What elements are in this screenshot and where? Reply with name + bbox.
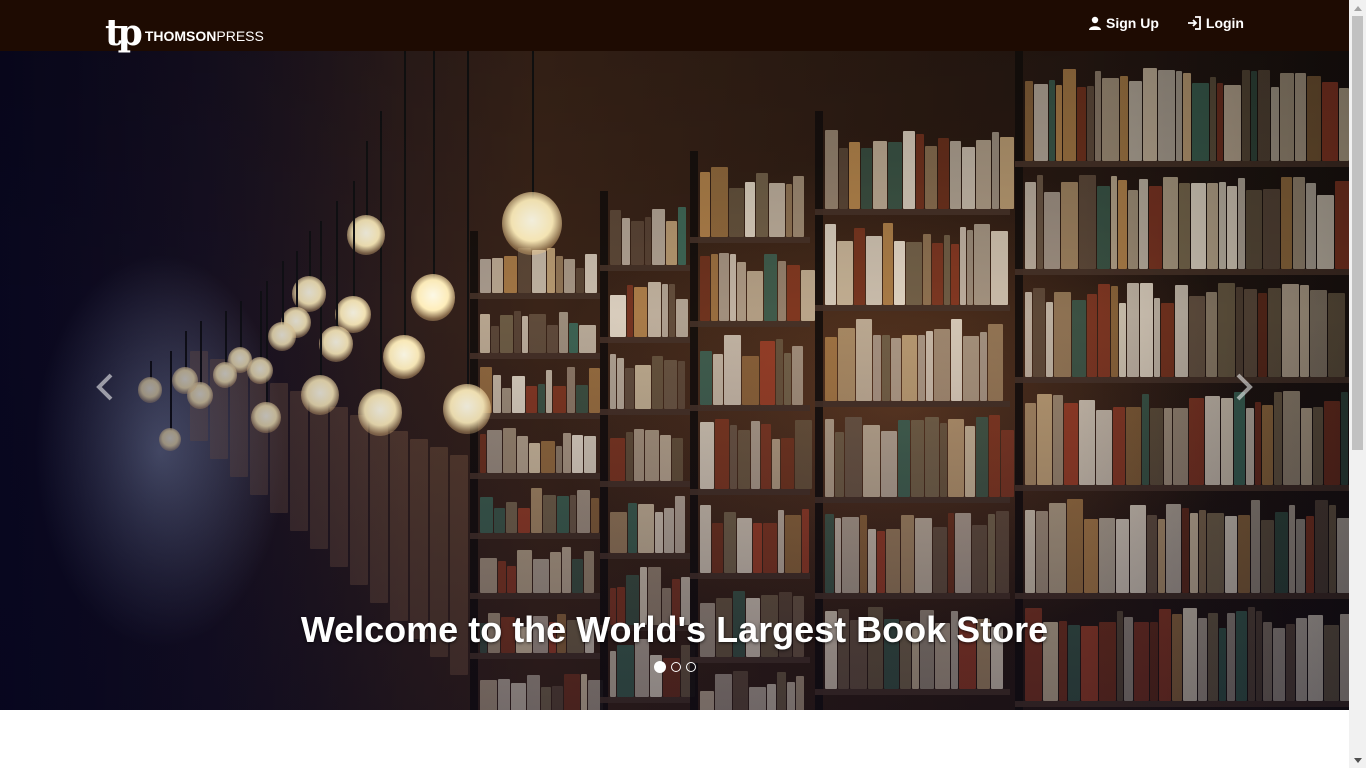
- scrollbar-thumb[interactable]: [1352, 16, 1363, 450]
- signup-label: Sign Up: [1106, 15, 1159, 31]
- signup-link[interactable]: Sign Up: [1088, 15, 1159, 31]
- scroll-down-arrow-icon[interactable]: [1349, 752, 1366, 768]
- brand-name: THOMSONPRESS: [144, 28, 264, 44]
- user-icon: [1089, 16, 1101, 30]
- login-link[interactable]: Login: [1187, 15, 1244, 31]
- logo-mark: tp: [105, 12, 143, 54]
- chevron-right-icon: [1236, 373, 1253, 401]
- hero-carousel: Welcome to the World's Largest Book Stor…: [0, 51, 1349, 710]
- indicator-dot-2[interactable]: [670, 662, 681, 672]
- page-scrollbar[interactable]: [1349, 0, 1366, 768]
- brand-logo[interactable]: tp THOMSONPRESS: [105, 14, 264, 52]
- nav-actions: Sign Up Login: [1088, 15, 1244, 31]
- top-navbar: tp THOMSONPRESS Sign Up Login: [0, 0, 1349, 51]
- scroll-up-arrow-icon[interactable]: [1349, 0, 1366, 16]
- chevron-left-icon: [96, 373, 113, 401]
- carousel-caption: Welcome to the World's Largest Book Stor…: [300, 609, 1049, 650]
- indicator-dot-1[interactable]: [653, 661, 666, 673]
- carousel-indicators: [0, 661, 1349, 673]
- carousel-prev-button[interactable]: [90, 369, 120, 405]
- login-icon: [1187, 16, 1201, 30]
- carousel-next-button[interactable]: [1229, 369, 1259, 405]
- indicator-dot-3[interactable]: [685, 662, 696, 672]
- login-label: Login: [1205, 15, 1244, 31]
